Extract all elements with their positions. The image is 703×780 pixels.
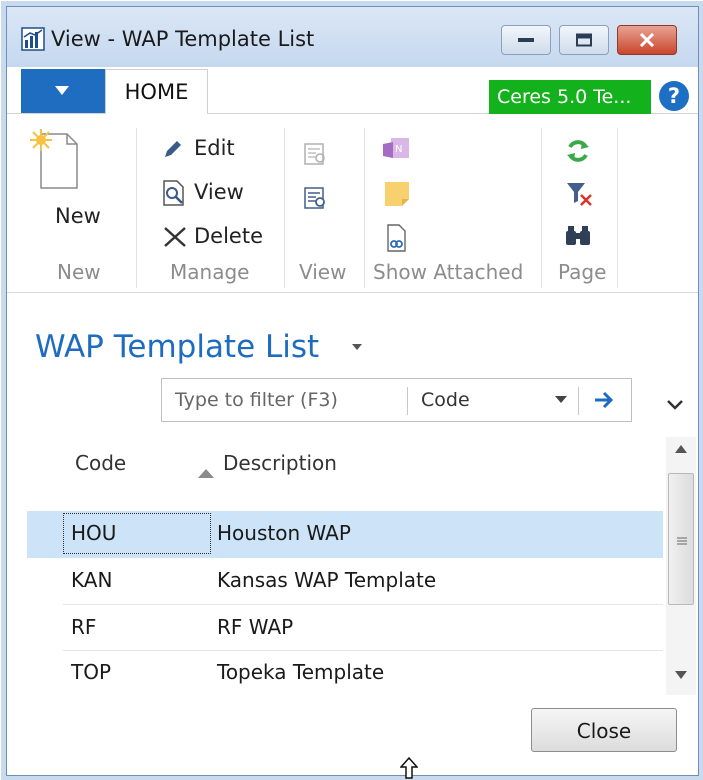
maximize-icon bbox=[576, 33, 592, 47]
list-header: Code Description bbox=[27, 431, 663, 511]
group-divider bbox=[136, 128, 137, 288]
refresh-icon[interactable] bbox=[565, 138, 591, 168]
card-view-icon[interactable] bbox=[303, 186, 329, 214]
chevron-down-icon bbox=[55, 86, 69, 95]
clear-filter-icon[interactable] bbox=[565, 181, 593, 211]
resize-cursor-icon bbox=[400, 757, 418, 779]
cell-description[interactable]: RF WAP bbox=[217, 615, 293, 639]
group-label-view: View bbox=[299, 260, 347, 284]
scroll-up-icon[interactable] bbox=[675, 445, 687, 453]
arrow-right-icon[interactable] bbox=[593, 390, 615, 410]
tab-home[interactable]: HOME bbox=[105, 69, 208, 114]
view-document-icon bbox=[161, 179, 187, 211]
view-button[interactable]: View bbox=[194, 180, 244, 204]
maximize-button[interactable] bbox=[559, 25, 609, 55]
vertical-scrollbar[interactable] bbox=[666, 437, 696, 695]
group-label-new: New bbox=[57, 260, 101, 284]
group-label-manage: Manage bbox=[170, 260, 250, 284]
group-divider bbox=[364, 128, 365, 288]
close-window-button[interactable] bbox=[617, 25, 677, 55]
sort-ascending-icon bbox=[198, 469, 214, 478]
new-button[interactable]: New bbox=[55, 204, 101, 228]
page-title[interactable]: WAP Template List bbox=[35, 329, 319, 365]
filter-field-select[interactable]: Code bbox=[421, 389, 470, 411]
cell-code[interactable]: KAN bbox=[71, 568, 112, 592]
column-header-code[interactable]: Code bbox=[75, 451, 126, 475]
minimize-button[interactable] bbox=[501, 25, 551, 55]
help-icon[interactable]: ? bbox=[659, 81, 689, 111]
window: View - WAP Template List HOME Ceres 5.0 … bbox=[6, 6, 699, 779]
list-view-icon[interactable] bbox=[303, 142, 329, 170]
filter-box: Type to filter (F3) Code bbox=[161, 378, 632, 422]
chevron-down-icon[interactable] bbox=[352, 344, 362, 350]
app-chart-icon bbox=[21, 27, 45, 51]
chevron-down-icon[interactable] bbox=[555, 396, 567, 403]
table-row[interactable]: RF RF WAP bbox=[27, 605, 663, 652]
new-document-icon bbox=[27, 128, 85, 194]
svg-text:N: N bbox=[395, 144, 402, 155]
find-binoculars-icon[interactable] bbox=[564, 224, 592, 252]
group-divider bbox=[541, 128, 542, 288]
divider bbox=[407, 387, 408, 415]
window-title: View - WAP Template List bbox=[51, 27, 315, 51]
group-divider bbox=[617, 128, 618, 288]
minimize-icon bbox=[518, 38, 534, 42]
chevron-down-icon[interactable] bbox=[667, 400, 683, 410]
onenote-icon[interactable]: N bbox=[381, 136, 411, 166]
table-row[interactable]: KAN Kansas WAP Template bbox=[27, 558, 663, 605]
cell-description[interactable]: Kansas WAP Template bbox=[217, 568, 436, 592]
delete-x-icon bbox=[163, 226, 187, 252]
edit-button[interactable]: Edit bbox=[194, 136, 235, 160]
company-badge[interactable]: Ceres 5.0 Te... bbox=[489, 80, 651, 114]
grip-icon bbox=[677, 537, 687, 545]
ribbon: New New Edit View Delete Manage View N S… bbox=[7, 114, 698, 293]
cell-description[interactable]: Houston WAP bbox=[217, 521, 351, 545]
cell-code[interactable]: RF bbox=[71, 615, 96, 639]
scroll-down-icon[interactable] bbox=[675, 671, 687, 679]
filter-input[interactable]: Type to filter (F3) bbox=[175, 389, 338, 411]
cell-description[interactable]: Topeka Template bbox=[217, 660, 384, 684]
cell-code[interactable]: HOU bbox=[71, 521, 116, 545]
cell-code[interactable]: TOP bbox=[71, 660, 111, 684]
sticky-note-icon[interactable] bbox=[384, 181, 410, 211]
table-row[interactable]: HOU Houston WAP bbox=[27, 511, 663, 558]
scrollbar-thumb[interactable] bbox=[668, 473, 694, 605]
delete-button[interactable]: Delete bbox=[194, 224, 263, 248]
column-header-description[interactable]: Description bbox=[223, 451, 337, 475]
title-bar[interactable]: View - WAP Template List bbox=[7, 7, 698, 67]
pencil-icon bbox=[163, 139, 185, 163]
group-divider bbox=[284, 128, 285, 288]
close-button[interactable]: Close bbox=[531, 708, 677, 752]
divider bbox=[578, 387, 579, 415]
group-label-page: Page bbox=[558, 260, 607, 284]
table-row[interactable]: TOP Topeka Template bbox=[27, 650, 663, 697]
app-menu-button[interactable] bbox=[21, 69, 105, 113]
close-icon bbox=[639, 33, 655, 47]
links-icon[interactable] bbox=[385, 223, 409, 257]
group-label-show-attached: Show Attached bbox=[373, 260, 524, 284]
